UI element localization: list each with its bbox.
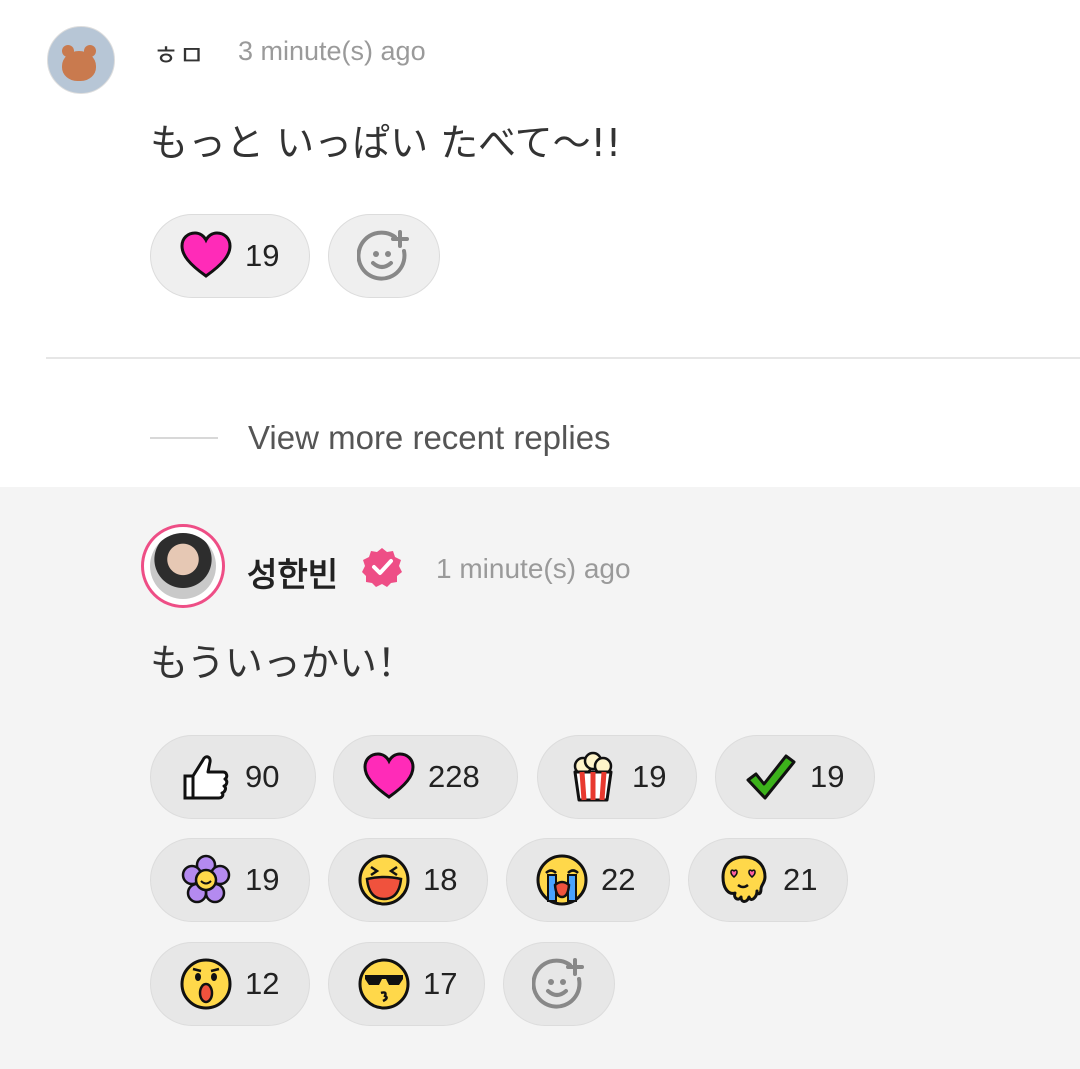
artist-avatar[interactable]	[141, 524, 225, 608]
reaction-check-button[interactable]: 19	[715, 735, 875, 819]
comment-timestamp: 3 minute(s) ago	[238, 36, 426, 66]
heart-icon	[179, 229, 233, 283]
reaction-cool-kiss-button[interactable]: 17	[328, 942, 485, 1026]
reaction-count: 19	[245, 238, 280, 273]
reaction-count: 19	[632, 759, 667, 794]
reaction-count: 19	[245, 862, 280, 897]
reaction-heart-button[interactable]: 19	[150, 214, 310, 298]
add-reaction-icon	[532, 957, 586, 1011]
comment-text: もういっかい！	[150, 641, 415, 685]
view-more-replies-link[interactable]: View more recent replies	[248, 419, 611, 457]
add-reaction-button[interactable]	[503, 942, 615, 1026]
comment-timestamp: 1 minute(s) ago	[436, 553, 631, 584]
laughing-face-icon	[357, 853, 411, 907]
reaction-count: 17	[423, 966, 458, 1001]
reaction-count: 12	[245, 966, 280, 1001]
avatar[interactable]	[47, 26, 115, 94]
heart-eyes-melting-face-icon	[717, 853, 771, 907]
reaction-flower-button[interactable]: 19	[150, 838, 310, 922]
reaction-heart-button[interactable]: 228	[333, 735, 518, 819]
thumbs-up-icon	[179, 750, 233, 804]
reaction-count: 228	[428, 759, 480, 794]
divider	[46, 357, 1080, 359]
comment-author[interactable]: 성한빈	[247, 548, 338, 596]
reaction-count: 18	[423, 862, 458, 897]
reaction-count: 21	[783, 862, 818, 897]
reaction-surprised-button[interactable]: 12	[150, 942, 310, 1026]
reaction-count: 90	[245, 759, 280, 794]
comment-text: もっと いっぱい たべて〜!!	[150, 121, 622, 165]
reaction-melting-heart-eyes-button[interactable]: 21	[688, 838, 848, 922]
heart-icon	[362, 750, 416, 804]
more-replies-line	[150, 437, 218, 439]
checkmark-icon	[744, 750, 798, 804]
reaction-count: 19	[810, 759, 845, 794]
popcorn-icon	[566, 750, 620, 804]
reaction-laughing-button[interactable]: 18	[328, 838, 488, 922]
flower-icon	[179, 853, 233, 907]
verified-badge-icon	[361, 546, 403, 588]
sunglasses-kiss-face-icon	[357, 957, 411, 1011]
surprised-face-icon	[179, 957, 233, 1011]
add-reaction-button[interactable]	[328, 214, 440, 298]
comment-author[interactable]: ㅎㅁ	[153, 34, 205, 74]
reaction-crying-button[interactable]: 22	[506, 838, 670, 922]
reaction-count: 22	[601, 862, 636, 897]
reaction-popcorn-button[interactable]: 19	[537, 735, 697, 819]
reaction-thumbs-up-button[interactable]: 90	[150, 735, 316, 819]
crying-face-icon	[535, 853, 589, 907]
add-reaction-icon	[357, 229, 411, 283]
